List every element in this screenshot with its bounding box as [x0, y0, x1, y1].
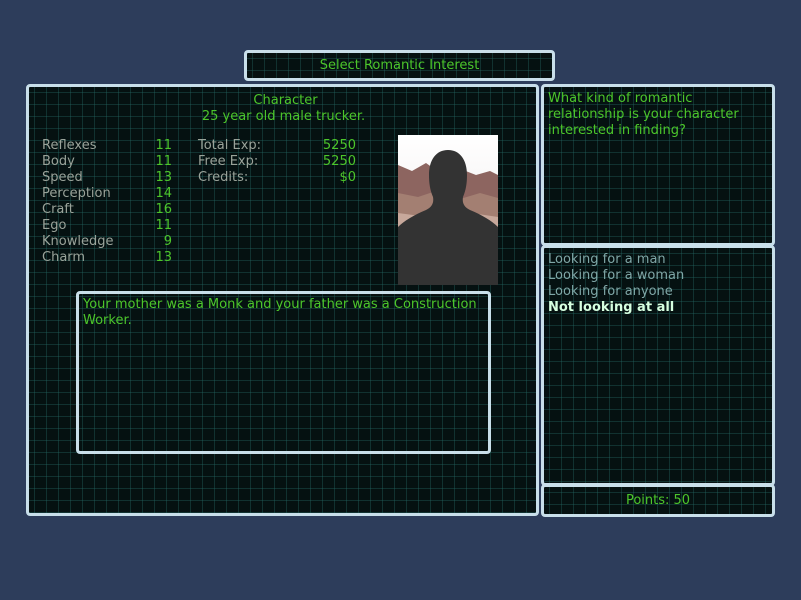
- info-row-free-exp: Free Exp: 5250: [198, 154, 356, 170]
- character-portrait: [398, 135, 498, 285]
- stat-row-charm: Charm 13: [42, 250, 172, 266]
- stat-name: Ego: [42, 218, 67, 233]
- stat-name: Body: [42, 154, 75, 169]
- question-panel: What kind of romantic relationship is yo…: [541, 84, 775, 246]
- biography-text: Your mother was a Monk and your father w…: [83, 297, 477, 328]
- stat-value: 11: [155, 138, 172, 153]
- portrait-silhouette-icon: [398, 135, 498, 285]
- stat-name: Charm: [42, 250, 86, 265]
- stat-row-speed: Speed 13: [42, 170, 172, 186]
- option-looking-for-a-woman[interactable]: Looking for a woman: [548, 268, 684, 284]
- info-value: 5250: [322, 154, 356, 169]
- stat-row-perception: Perception 14: [42, 186, 172, 202]
- question-text: What kind of romantic relationship is yo…: [548, 91, 739, 138]
- stat-value: 13: [155, 170, 172, 185]
- stat-name: Speed: [42, 170, 83, 185]
- stat-value: 16: [155, 202, 172, 217]
- stat-value: 14: [155, 186, 172, 201]
- options-panel: Looking for a man Looking for a woman Lo…: [541, 245, 775, 486]
- option-looking-for-anyone[interactable]: Looking for anyone: [548, 284, 673, 300]
- option-not-looking-at-all[interactable]: Not looking at all: [548, 300, 674, 316]
- stat-value: 11: [155, 218, 172, 233]
- stat-row-knowledge: Knowledge 9: [42, 234, 172, 250]
- stat-name: Knowledge: [42, 234, 114, 249]
- character-description: 25 year old male trucker.: [201, 109, 366, 124]
- points-panel: Points: 50: [541, 484, 775, 517]
- stat-value: 13: [155, 250, 172, 265]
- info-label: Credits:: [198, 170, 249, 185]
- info-row-credits: Credits: $0: [198, 170, 356, 186]
- info-value: 5250: [322, 138, 356, 153]
- stat-name: Reflexes: [42, 138, 97, 153]
- title-panel: Select Romantic Interest: [244, 50, 555, 81]
- info-value: $0: [339, 170, 356, 185]
- character-heading: Character: [253, 93, 318, 108]
- stat-row-body: Body 11: [42, 154, 172, 170]
- stat-name: Craft: [42, 202, 74, 217]
- stat-value: 9: [163, 234, 172, 249]
- stat-value: 11: [155, 154, 172, 169]
- info-label: Total Exp:: [198, 138, 262, 153]
- option-looking-for-a-man[interactable]: Looking for a man: [548, 252, 666, 268]
- screen-title: Select Romantic Interest: [319, 58, 480, 73]
- stat-row-ego: Ego 11: [42, 218, 172, 234]
- stat-name: Perception: [42, 186, 111, 201]
- biography-box: Your mother was a Monk and your father w…: [76, 291, 491, 454]
- character-panel: Character 25 year old male trucker. Refl…: [26, 84, 539, 516]
- points-display: Points: 50: [625, 493, 691, 508]
- info-label: Free Exp:: [198, 154, 259, 169]
- stat-row-reflexes: Reflexes 11: [42, 138, 172, 154]
- stat-row-craft: Craft 16: [42, 202, 172, 218]
- info-row-total-exp: Total Exp: 5250: [198, 138, 356, 154]
